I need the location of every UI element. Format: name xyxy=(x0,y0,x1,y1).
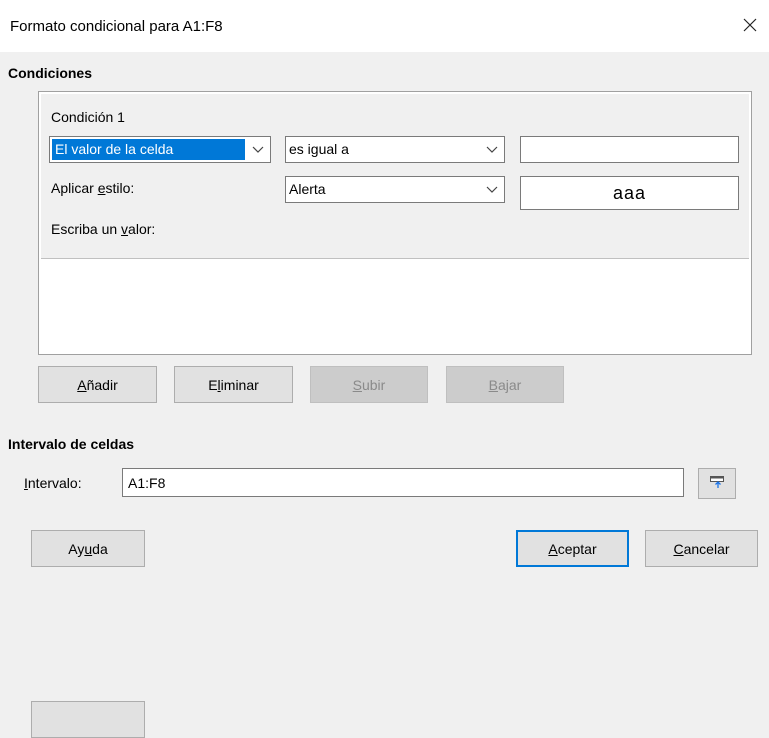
condition-value-input[interactable] xyxy=(520,136,739,163)
condition-type-value: El valor de la celda xyxy=(52,139,245,160)
range-label: Intervalo: xyxy=(24,475,82,491)
shrink-dialog-icon xyxy=(709,475,725,492)
move-down-button[interactable]: Bajar xyxy=(446,366,564,403)
move-up-button[interactable]: Subir xyxy=(310,366,428,403)
operator-combo[interactable]: es igual a xyxy=(285,136,505,163)
help-button[interactable]: Ay u da xyxy=(31,530,145,567)
add-button[interactable]: Añadir xyxy=(38,366,157,403)
shrink-button[interactable] xyxy=(698,468,736,499)
chevron-down-icon[interactable] xyxy=(479,137,504,162)
close-icon[interactable] xyxy=(737,12,763,38)
cancel-button[interactable]: Cancelar xyxy=(645,530,758,567)
condition-label: Condición 1 xyxy=(51,109,125,125)
range-input[interactable] xyxy=(122,468,684,497)
cell-range-heading: Intervalo de celdas xyxy=(8,436,135,452)
apply-style-label: Aplicar estilo: xyxy=(51,180,135,196)
help-button-hidden xyxy=(31,701,145,738)
conditions-heading: Condiciones xyxy=(8,65,93,81)
condition-entry: Condición 1 El valor de la celda es igua… xyxy=(41,94,749,259)
style-preview: aaa xyxy=(520,176,739,210)
window-title: Formato condicional para A1:F8 xyxy=(10,18,223,35)
style-combo[interactable]: Alerta xyxy=(285,176,505,203)
chevron-down-icon[interactable] xyxy=(245,137,270,162)
chevron-down-icon[interactable] xyxy=(479,177,504,202)
title-bar: Formato condicional para A1:F8 xyxy=(0,0,769,52)
remove-button[interactable]: El iminar xyxy=(174,366,293,403)
conditions-list: Condición 1 El valor de la celda es igua… xyxy=(38,91,752,355)
ok-button[interactable]: Aceptar xyxy=(516,530,629,567)
enter-value-label: Escriba un valor: xyxy=(51,221,156,237)
condition-type-combo[interactable]: El valor de la celda xyxy=(49,136,271,163)
operator-value: es igual a xyxy=(289,141,349,157)
style-value: Alerta xyxy=(289,181,326,197)
